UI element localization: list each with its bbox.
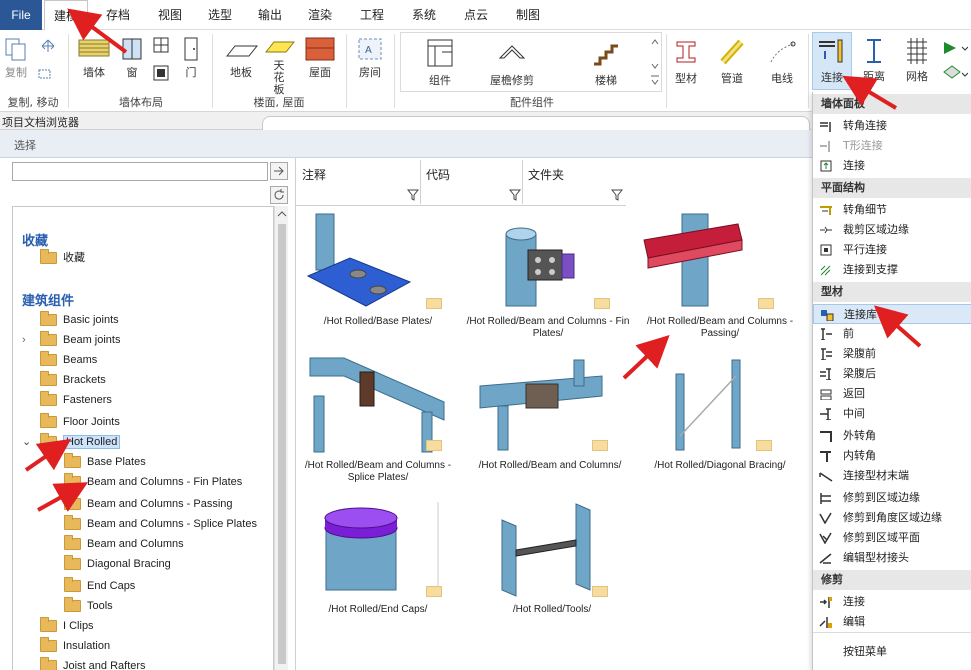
- annotation-arrow: [37, 482, 88, 512]
- annotation-arrow: [622, 335, 670, 380]
- annotation-arrow: [67, 8, 128, 54]
- app-window: File 建模 存档 视图 选型 输出 渲染 工程 系统 点云 制图 复制 复制…: [0, 0, 971, 670]
- annotation-arrow: [842, 75, 898, 110]
- annotation-arrows: [24, 8, 922, 512]
- annotation-arrow: [874, 305, 922, 348]
- annotation-arrow: [24, 438, 72, 472]
